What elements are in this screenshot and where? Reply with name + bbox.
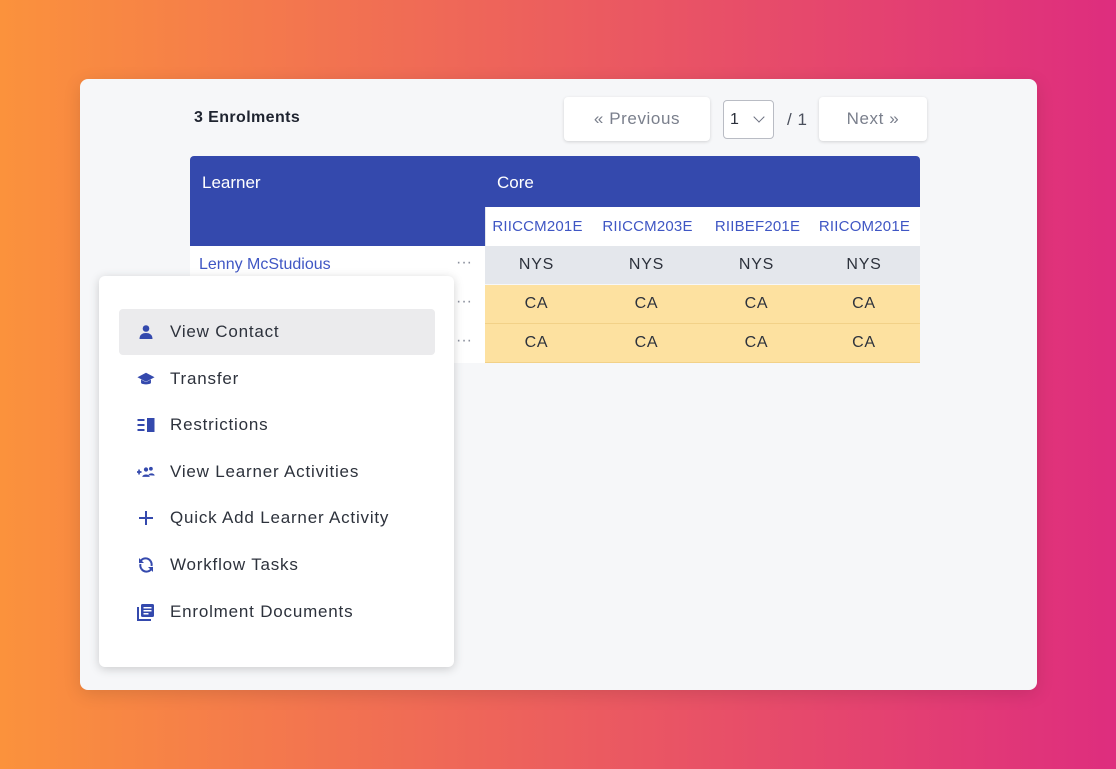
menu-item-view-learner-activities[interactable]: View Learner Activities xyxy=(119,449,435,495)
chevron-down-icon xyxy=(753,111,765,123)
page-total: / 1 xyxy=(787,110,808,129)
menu-item-label: Enrolment Documents xyxy=(170,602,354,621)
result-cell: CA xyxy=(588,285,705,324)
menu-item-label: View Contact xyxy=(170,322,280,341)
page-select-value: 1 xyxy=(730,110,739,128)
menu-item-restrictions[interactable]: Restrictions xyxy=(119,402,435,448)
unit-header-row: RIICCM201E RIICCM203E RIIBEF201E RIICOM2… xyxy=(485,207,920,246)
menu-item-quick-add-learner-activity[interactable]: Quick Add Learner Activity xyxy=(119,495,435,541)
menu-item-label: Workflow Tasks xyxy=(170,555,299,574)
result-cell: CA xyxy=(588,324,705,363)
result-cell: CA xyxy=(808,285,920,324)
unit-header-link[interactable]: RIIBEF201E xyxy=(706,207,809,246)
unit-header-link[interactable]: RIICCM203E xyxy=(589,207,706,246)
menu-item-transfer[interactable]: Transfer xyxy=(119,356,435,402)
result-cell: NYS xyxy=(705,246,808,284)
page-select[interactable]: 1 xyxy=(723,100,774,139)
more-options-icon[interactable]: ··· xyxy=(456,332,472,350)
more-options-icon[interactable]: ··· xyxy=(456,293,472,311)
menu-item-workflow-tasks[interactable]: Workflow Tasks xyxy=(119,542,435,588)
table-header: Learner Core RIICCM201E RIICCM203E RIIBE… xyxy=(190,156,920,246)
menu-item-label: Quick Add Learner Activity xyxy=(170,508,390,527)
next-page-button[interactable]: Next » xyxy=(819,97,927,141)
result-cell: NYS xyxy=(485,246,588,284)
more-options-icon[interactable]: ··· xyxy=(456,254,472,272)
person-icon xyxy=(137,323,155,341)
add-group-icon xyxy=(137,463,155,481)
documents-icon xyxy=(137,603,155,621)
result-cell: CA xyxy=(808,324,920,363)
graduation-cap-icon xyxy=(137,370,155,388)
menu-item-label: Restrictions xyxy=(170,415,269,434)
menu-item-enrolment-documents[interactable]: Enrolment Documents xyxy=(119,589,435,635)
previous-page-button[interactable]: « Previous xyxy=(564,97,710,141)
enrolment-count: 3 Enrolments xyxy=(194,109,301,126)
column-header-learner: Learner xyxy=(202,173,261,192)
menu-item-label: View Learner Activities xyxy=(170,462,360,481)
result-cell: NYS xyxy=(808,246,920,284)
result-cell: CA xyxy=(485,285,588,324)
menu-item-label: Transfer xyxy=(170,369,240,388)
result-cell: CA xyxy=(705,324,808,363)
column-header-core: Core xyxy=(497,173,534,192)
learner-name-link[interactable]: Lenny McStudious xyxy=(199,256,331,274)
plus-icon xyxy=(137,509,155,527)
learner-actions-menu: View Contact Transfer Restrictions View … xyxy=(99,276,454,667)
unit-header-link[interactable]: RIICCM201E xyxy=(486,207,589,246)
result-cell: NYS xyxy=(588,246,705,284)
restrictions-icon xyxy=(137,416,155,434)
result-cell: CA xyxy=(485,324,588,363)
unit-header-link[interactable]: RIICOM201E xyxy=(809,207,920,246)
result-cell: CA xyxy=(705,285,808,324)
menu-item-view-contact[interactable]: View Contact xyxy=(119,309,435,355)
sync-icon xyxy=(137,556,155,574)
